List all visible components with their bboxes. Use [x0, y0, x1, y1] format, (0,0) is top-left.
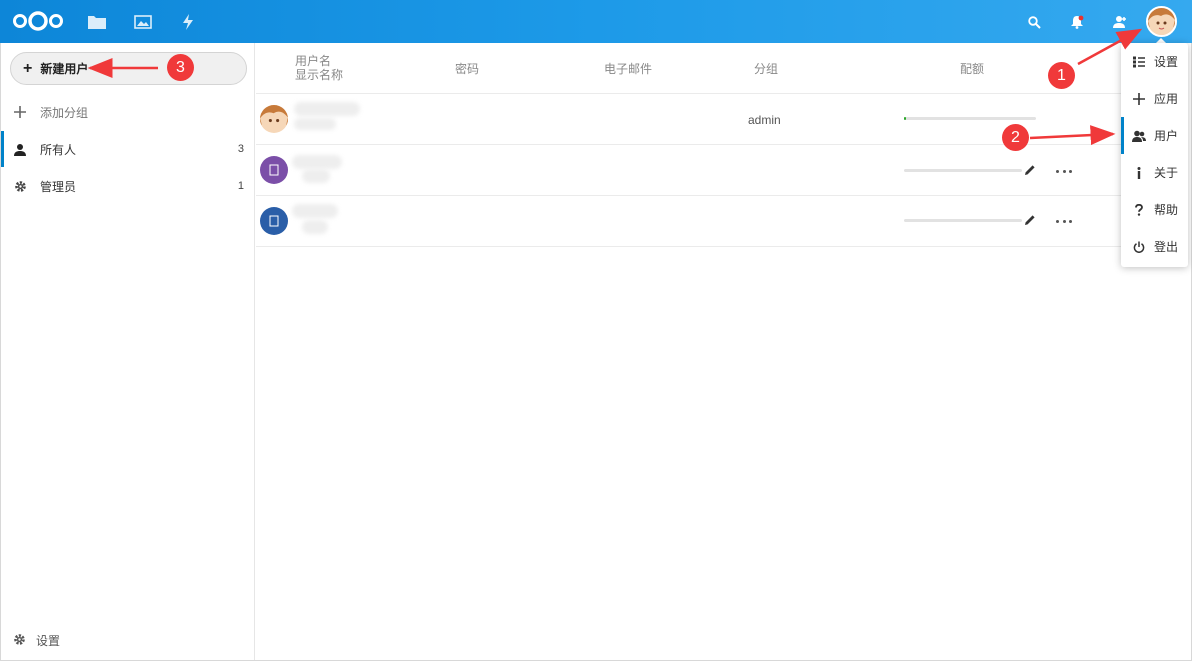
menu-item-help[interactable]: 帮助: [1121, 191, 1188, 228]
menu-item-users[interactable]: 用户: [1121, 117, 1188, 154]
menu-item-label: 设置: [1154, 55, 1179, 69]
pencil-icon[interactable]: [1024, 214, 1036, 226]
column-username[interactable]: 用户名: [295, 54, 331, 68]
user-icon: [13, 142, 27, 156]
quota-fill: [904, 117, 906, 120]
annotation-number-2: 2: [1002, 124, 1029, 151]
avatar: [260, 207, 288, 235]
column-display-name[interactable]: 显示名称: [295, 68, 343, 82]
sidebar-item-label: 管理员: [40, 179, 77, 194]
more-options-icon[interactable]: [1056, 168, 1072, 174]
redacted-display-name: [294, 118, 336, 130]
redacted-username: [292, 204, 338, 218]
redacted-username: [294, 102, 360, 116]
plus-icon: [13, 105, 27, 119]
sidebar-item-label: 所有人: [40, 142, 77, 157]
column-groups: 分组: [754, 62, 779, 76]
menu-item-label: 帮助: [1154, 203, 1179, 217]
top-header: [0, 0, 1192, 43]
user-avatar-menu-trigger[interactable]: [1146, 6, 1177, 37]
group-count: 1: [237, 180, 244, 192]
column-email: 电子邮件: [604, 62, 653, 76]
annotation-number-1: 1: [1048, 62, 1075, 89]
avatar: [260, 156, 288, 184]
contacts-icon[interactable]: [1109, 11, 1131, 33]
redacted-display-name: [302, 169, 330, 183]
quota-bar: [904, 169, 1022, 172]
quota-bar: [904, 117, 1036, 120]
annotation-number-3: 3: [167, 54, 194, 81]
users-icon: [1132, 129, 1146, 143]
menu-item-settings[interactable]: 设置: [1121, 43, 1188, 80]
redacted-display-name: [302, 220, 328, 234]
menu-item-apps[interactable]: 应用: [1121, 80, 1188, 117]
photos-icon[interactable]: [132, 11, 154, 33]
sidebar: + 新建用户 添加分组 所有人 3 管理员 1 设置: [1, 43, 255, 660]
redacted-username: [292, 155, 342, 169]
table-row[interactable]: [256, 196, 1186, 247]
menu-item-about[interactable]: 关于: [1121, 154, 1188, 191]
table-row[interactable]: admin: [256, 94, 1186, 145]
menu-item-label: 用户: [1154, 129, 1179, 143]
sidebar-settings-button[interactable]: 设置: [13, 632, 60, 649]
gear-icon: [13, 179, 27, 193]
settings-menu: 设置 应用 用户 关于 帮助 登出: [1121, 43, 1188, 267]
column-password: 密码: [455, 62, 480, 76]
new-user-label: 新建用户: [40, 62, 89, 76]
help-icon: [1132, 203, 1146, 217]
group-count: 3: [237, 143, 244, 155]
info-icon: [1132, 166, 1146, 180]
group-cell[interactable]: admin: [748, 113, 781, 127]
plus-icon: +: [23, 59, 33, 77]
add-group-label: 添加分组: [40, 105, 89, 120]
menu-item-label: 关于: [1154, 166, 1179, 180]
user-table-header: 用户名 显示名称 密码 电子邮件 分组 配额: [256, 43, 1186, 94]
settings-label: 设置: [36, 634, 61, 648]
notifications-icon[interactable]: [1066, 11, 1088, 33]
activity-icon[interactable]: [177, 11, 199, 33]
nextcloud-logo-icon[interactable]: [12, 10, 64, 32]
plus-icon: [1132, 92, 1146, 106]
menu-item-label: 应用: [1154, 92, 1179, 106]
settings-list-icon: [1132, 55, 1146, 69]
menu-item-label: 登出: [1154, 240, 1179, 254]
power-icon: [1132, 240, 1146, 254]
gear-icon: [13, 633, 26, 649]
sidebar-item-everyone[interactable]: 所有人 3: [1, 131, 254, 167]
table-row[interactable]: [256, 145, 1186, 196]
quota-bar: [904, 219, 1022, 222]
menu-item-logout[interactable]: 登出: [1121, 228, 1188, 265]
avatar: [260, 105, 288, 133]
more-options-icon[interactable]: [1056, 218, 1072, 224]
new-user-button[interactable]: + 新建用户: [10, 52, 247, 85]
sidebar-item-admin[interactable]: 管理员 1: [1, 168, 254, 204]
pencil-icon[interactable]: [1024, 164, 1036, 176]
add-group-item[interactable]: 添加分组: [1, 94, 254, 130]
search-icon[interactable]: [1023, 11, 1045, 33]
files-icon[interactable]: [86, 11, 108, 33]
column-quota: 配额: [960, 62, 985, 76]
